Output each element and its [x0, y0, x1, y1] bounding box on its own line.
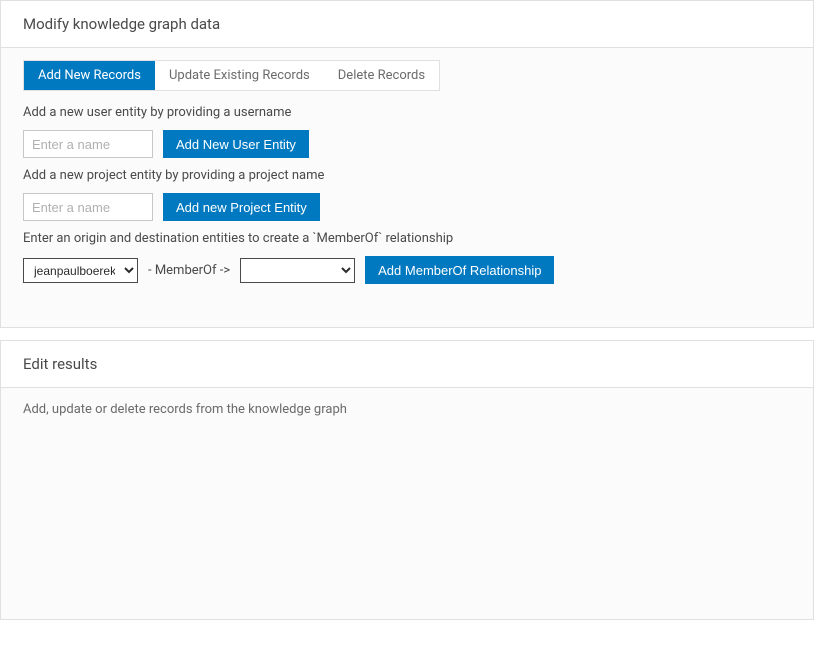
tab-add-new-records[interactable]: Add New Records: [24, 61, 155, 90]
add-memberof-relationship-button[interactable]: Add MemberOf Relationship: [365, 256, 554, 284]
project-name-input[interactable]: [23, 193, 153, 221]
origin-entity-select[interactable]: jeanpaulboerekamps: [23, 258, 138, 283]
destination-entity-select[interactable]: [240, 258, 355, 283]
modify-kg-title: Modify knowledge graph data: [1, 1, 813, 47]
edit-results-title: Edit results: [1, 341, 813, 387]
tab-delete-records[interactable]: Delete Records: [324, 61, 439, 90]
add-user-entity-button[interactable]: Add New User Entity: [163, 130, 309, 158]
tab-update-existing-records[interactable]: Update Existing Records: [155, 61, 324, 90]
memberof-text: - MemberOf ->: [148, 263, 230, 278]
record-tabs: Add New Records Update Existing Records …: [23, 60, 440, 91]
modify-kg-panel: Modify knowledge graph data Add New Reco…: [0, 0, 814, 328]
edit-results-body: Add, update or delete records from the k…: [1, 387, 813, 619]
edit-results-panel: Edit results Add, update or delete recor…: [0, 340, 814, 620]
edit-results-message: Add, update or delete records from the k…: [23, 402, 347, 417]
modify-kg-body: Add New Records Update Existing Records …: [1, 47, 813, 327]
relationship-label: Enter an origin and destination entities…: [23, 231, 791, 246]
project-entity-label: Add a new project entity by providing a …: [23, 168, 791, 183]
user-entity-label: Add a new user entity by providing a use…: [23, 105, 791, 120]
user-name-input[interactable]: [23, 130, 153, 158]
add-project-entity-button[interactable]: Add new Project Entity: [163, 193, 320, 221]
